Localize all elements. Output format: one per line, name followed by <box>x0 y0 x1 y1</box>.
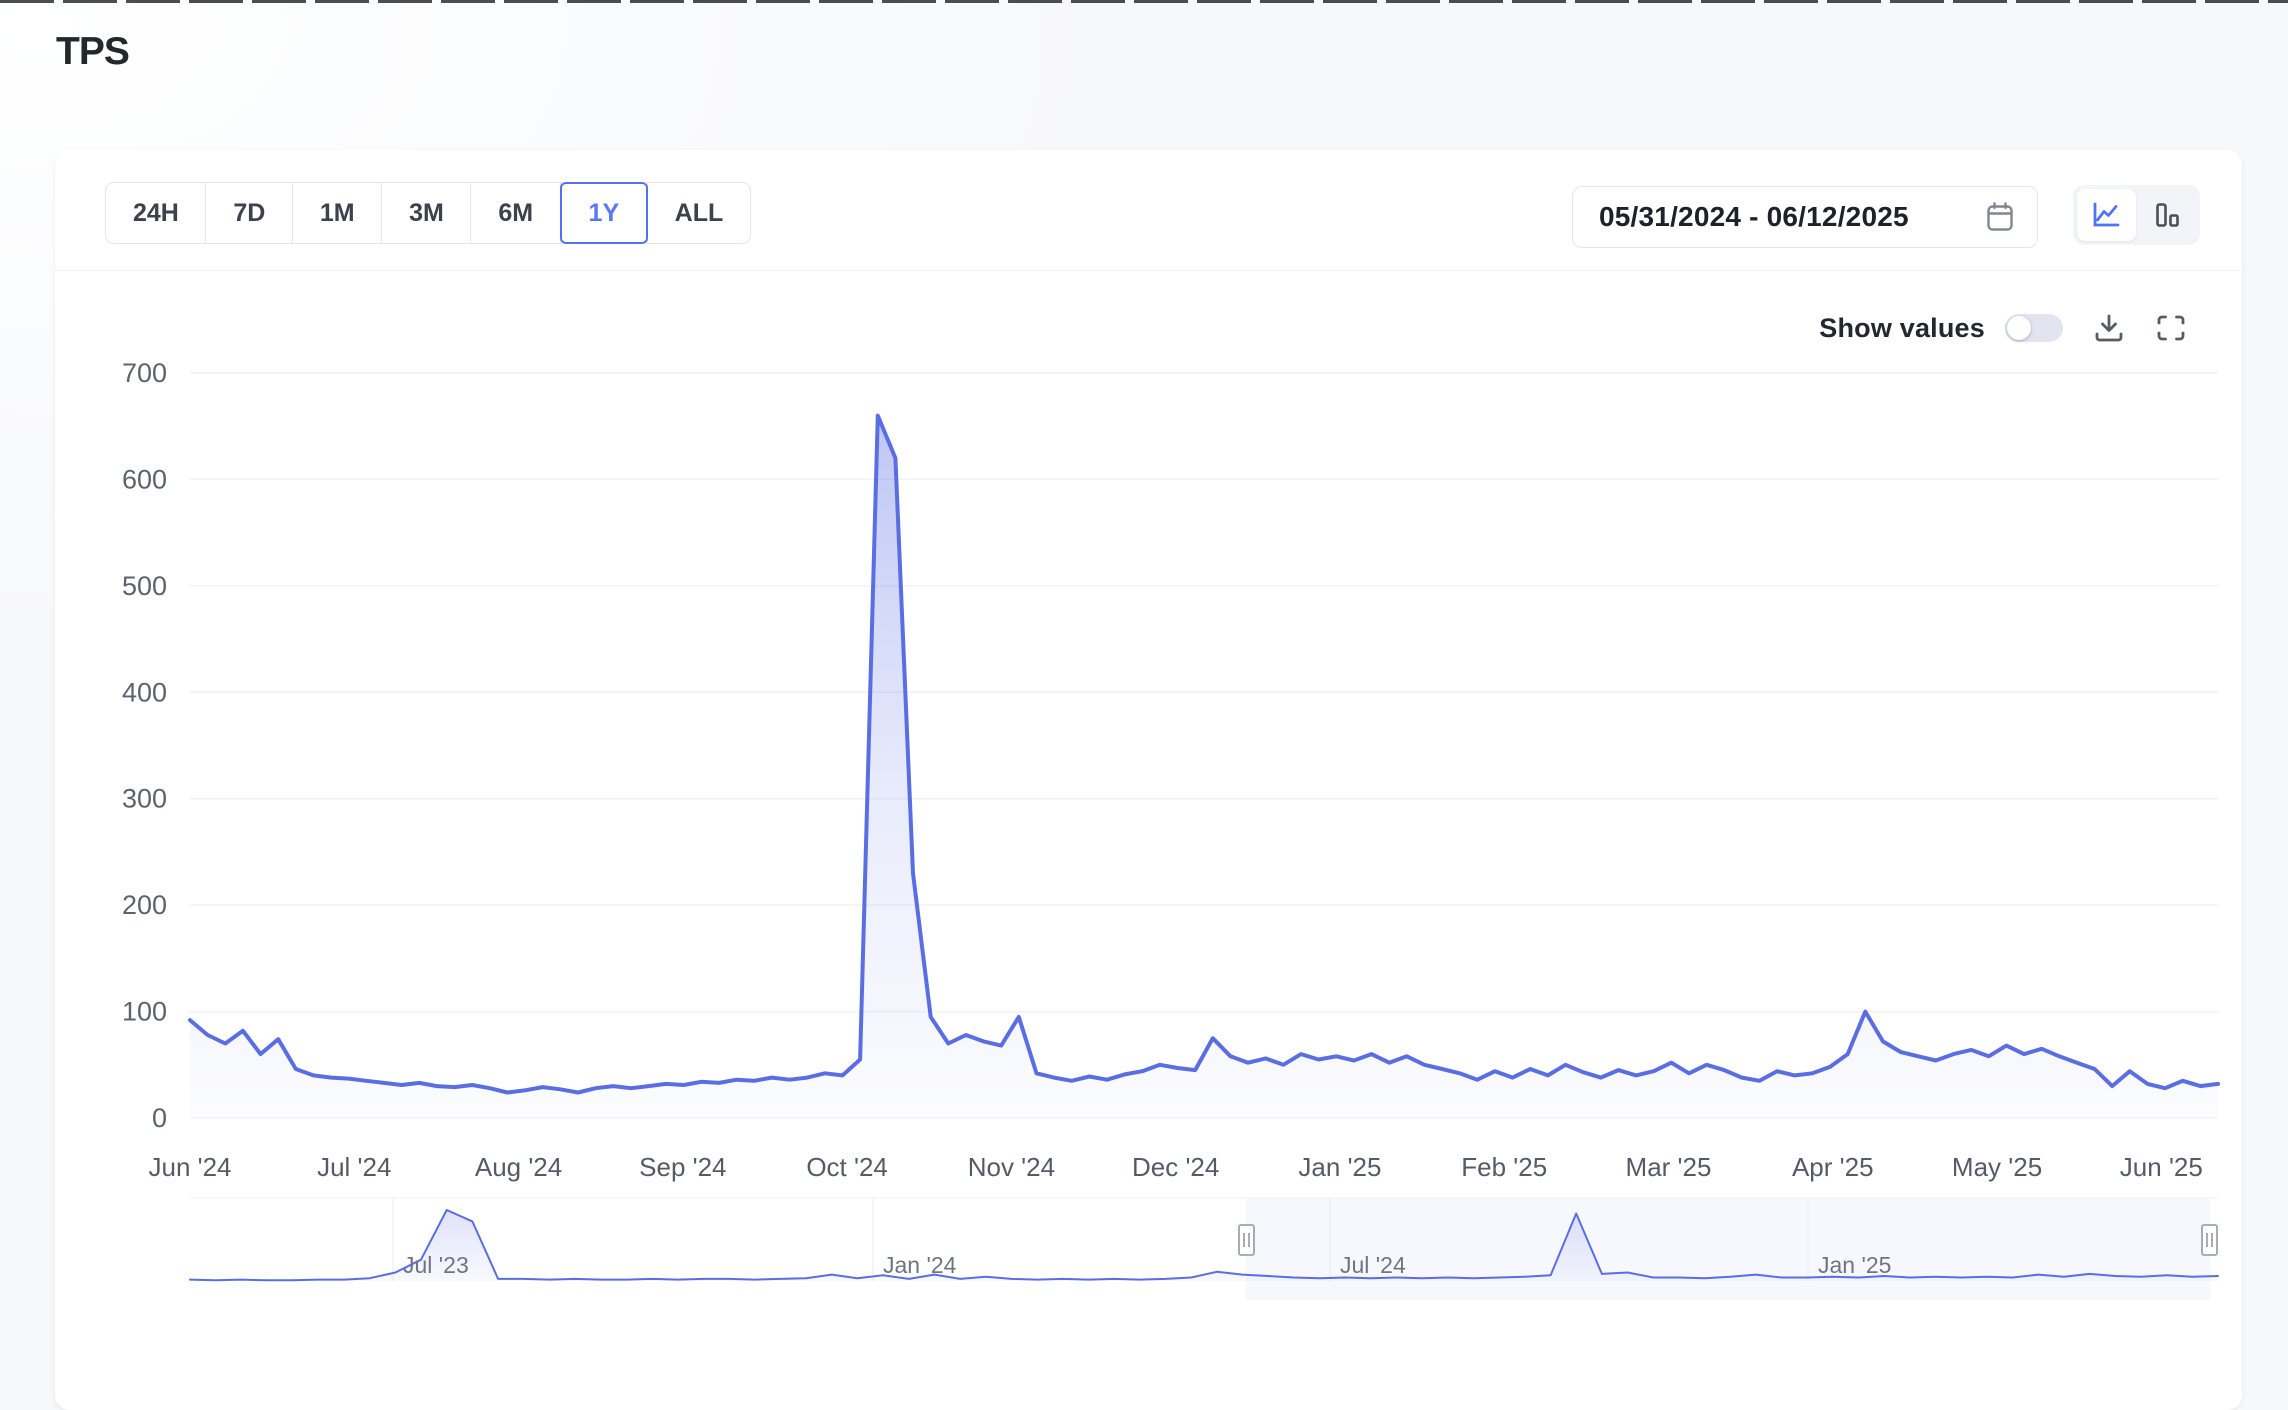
range-button-24h[interactable]: 24H <box>105 182 207 244</box>
range-button-3m[interactable]: 3M <box>381 182 472 244</box>
download-icon <box>2093 313 2125 343</box>
toolbar-divider <box>55 270 2242 271</box>
chart-options-row: Show values <box>1819 308 2187 348</box>
fullscreen-button[interactable] <box>2155 313 2187 343</box>
show-values-toggle[interactable] <box>2005 314 2063 342</box>
date-range-picker[interactable]: 05/31/2024 - 06/12/2025 <box>1572 186 2038 248</box>
navigator-right-handle[interactable] <box>2201 1224 2218 1256</box>
show-values-label: Show values <box>1819 313 1985 344</box>
navigator-left-handle[interactable] <box>1238 1224 1255 1256</box>
line-chart-type-button[interactable] <box>2077 189 2136 241</box>
download-button[interactable] <box>2093 313 2125 343</box>
range-button-6m[interactable]: 6M <box>470 182 561 244</box>
window-top-edge <box>0 0 2288 3</box>
range-button-all[interactable]: ALL <box>647 182 752 244</box>
bar-chart-type-button[interactable] <box>2138 189 2197 241</box>
main-chart-plot[interactable] <box>190 373 2218 1118</box>
navigator[interactable] <box>190 1198 2218 1300</box>
fullscreen-icon <box>2155 313 2187 343</box>
toggle-knob <box>2007 316 2031 340</box>
range-button-7d[interactable]: 7D <box>205 182 293 244</box>
page-background: TPS 24H 7D 1M 3M 6M 1Y ALL 05/31/2024 - … <box>0 0 2288 1347</box>
chart-type-toggle <box>2073 185 2200 245</box>
line-chart-icon <box>2091 201 2121 229</box>
page-title: TPS <box>56 30 129 74</box>
range-button-1y[interactable]: 1Y <box>560 182 649 244</box>
time-range-group: 24H 7D 1M 3M 6M 1Y ALL <box>105 182 751 244</box>
calendar-icon <box>1985 201 2015 233</box>
date-range-value: 05/31/2024 - 06/12/2025 <box>1599 201 1909 233</box>
range-button-1m[interactable]: 1M <box>292 182 383 244</box>
bar-chart-icon <box>2153 201 2181 229</box>
